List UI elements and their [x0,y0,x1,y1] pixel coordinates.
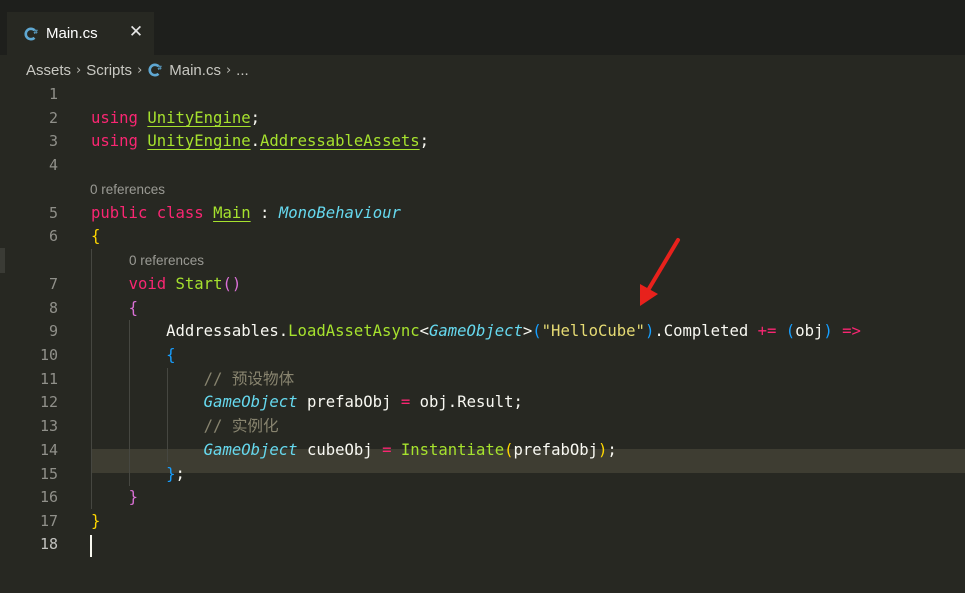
code-line: 8 { [0,297,965,321]
code-line: 5 public class Main : MonoBehaviour [0,202,965,226]
code-text: using UnityEngine.AddressableAssets; [91,132,430,150]
code-lens-row: 0 references [0,249,965,273]
line-number: 2 [48,109,58,127]
svg-text:#: # [33,29,38,36]
line-number: 9 [48,322,58,340]
code-line: 17 } [0,510,965,534]
close-icon[interactable]: ✕ [127,23,145,41]
line-number: 17 [39,512,58,530]
line-number: 11 [39,370,58,388]
csharp-icon: # [147,62,163,78]
line-number: 7 [48,275,58,293]
code-line: 11 // 预设物体 [0,368,965,392]
code-text: using UnityEngine; [91,109,261,127]
tab-main-cs[interactable]: # Main.cs ✕ [7,12,154,55]
code-line: 10 { [0,344,965,368]
line-number: 1 [48,85,58,103]
code-line: 9 Addressables.LoadAssetAsync<GameObject… [0,320,965,344]
line-number: 4 [48,156,58,174]
code-text: } [91,512,101,530]
code-text: GameObject cubeObj = Instantiate(prefabO… [203,441,617,459]
line-number: 5 [48,204,58,222]
code-text: // 实例化 [203,417,279,435]
code-line-active: 18 [0,533,965,557]
code-editor[interactable]: 1 2 using UnityEngine; 3 using UnityEngi… [0,85,965,593]
code-text: void Start() [128,275,242,293]
code-text: { [128,299,138,317]
line-number: 18 [39,535,58,553]
code-text: }; [166,465,185,483]
annotation-arrow-icon [640,238,680,306]
code-text: // 预设物体 [203,370,295,388]
code-line: 1 [0,83,965,107]
breadcrumb-symbol[interactable]: ... [236,62,249,79]
code-line: 6 { [0,225,965,249]
line-number: 16 [39,488,58,506]
code-line: 15 }; [0,463,965,487]
code-lens-row: 0 references [0,178,965,202]
line-number: 15 [39,465,58,483]
code-line: 2 using UnityEngine; [0,107,965,131]
chevron-right-icon: › [225,62,232,78]
line-number: 8 [48,299,58,317]
code-text: public class Main : MonoBehaviour [91,204,401,222]
code-line: 12 GameObject prefabObj = obj.Result; [0,391,965,415]
code-lens-references[interactable]: 0 references [129,249,204,273]
line-number: 10 [39,346,58,364]
code-line: 14 GameObject cubeObj = Instantiate(pref… [0,439,965,463]
code-line: 13 // 实例化 [0,415,965,439]
svg-text:#: # [157,65,162,72]
line-number: 13 [39,417,58,435]
code-line: 7 void Start() [0,273,965,297]
code-text: } [128,488,138,506]
code-line: 16 } [0,486,965,510]
line-number: 3 [48,132,58,150]
code-text: Addressables.LoadAssetAsync<GameObject>(… [166,322,861,340]
breadcrumb: Assets › Scripts › # Main.cs › ... [0,55,965,85]
line-number: 14 [39,441,58,459]
breadcrumb-scripts[interactable]: Scripts [86,62,132,79]
csharp-icon: # [23,26,39,42]
breadcrumb-assets[interactable]: Assets [26,62,71,79]
code-line: 4 [0,154,965,178]
line-number: 12 [39,393,58,411]
code-text: { [91,227,101,245]
tab-label: Main.cs [46,25,98,42]
code-text: { [166,346,176,364]
chevron-right-icon: › [137,62,143,78]
breadcrumb-main-cs[interactable]: Main.cs [169,62,221,79]
line-number: 6 [48,227,58,245]
code-lens-references[interactable]: 0 references [90,178,165,202]
code-text: GameObject prefabObj = obj.Result; [203,393,523,411]
chevron-right-icon: › [76,62,82,78]
text-cursor [90,535,92,557]
tab-bar: # Main.cs ✕ [0,0,965,55]
code-line: 3 using UnityEngine.AddressableAssets; [0,130,965,154]
